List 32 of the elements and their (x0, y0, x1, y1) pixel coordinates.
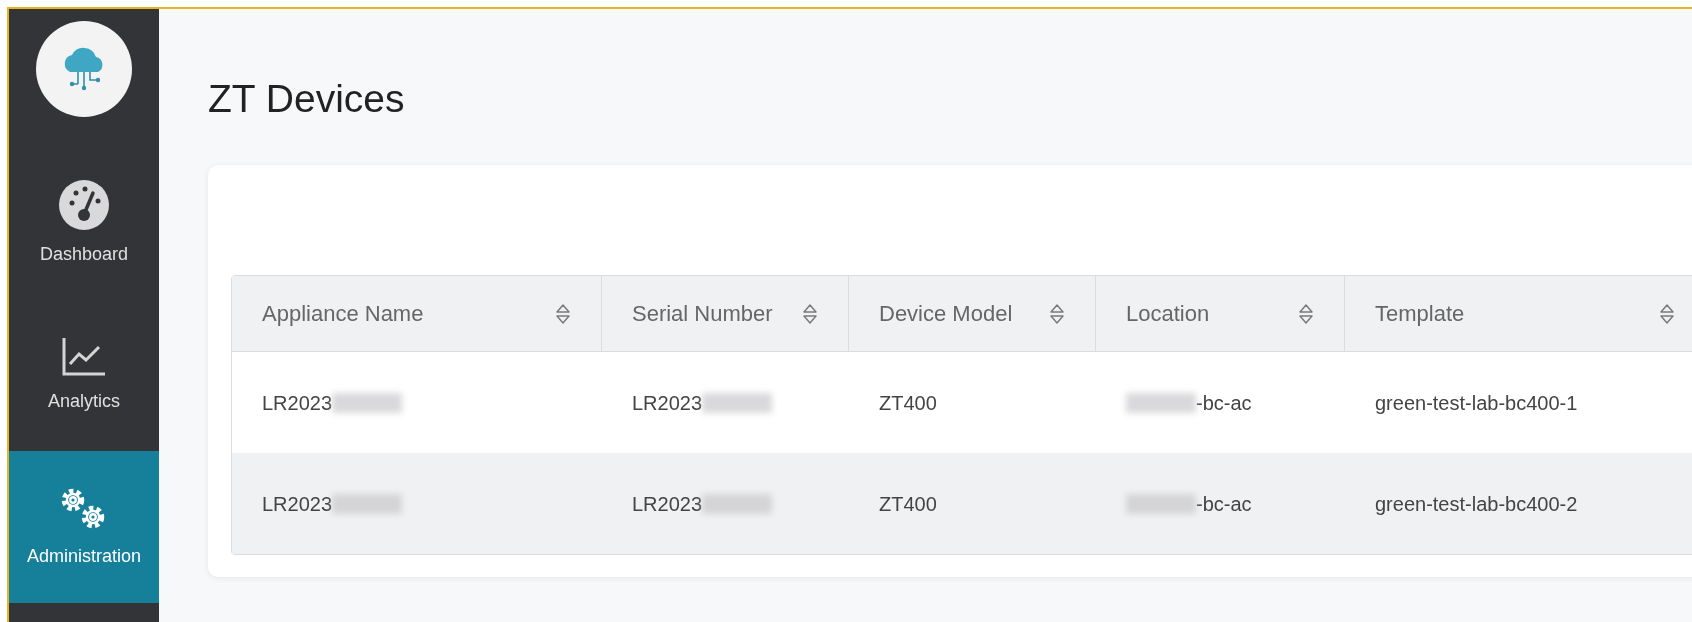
sort-icon[interactable] (802, 302, 818, 325)
table-cell-text: green-test-lab-bc400-1 (1375, 390, 1578, 416)
redacted-blur (702, 392, 773, 413)
redacted-blur (1126, 392, 1196, 413)
column-header[interactable]: Template (1345, 276, 1692, 351)
redacted-blur (1126, 493, 1196, 514)
table-cell-text: ZT400 (879, 491, 937, 517)
table-cell-text: -bc-ac (1196, 491, 1252, 517)
line-chart-icon (61, 335, 107, 378)
column-header[interactable]: Location (1096, 276, 1345, 351)
redacted-blur (702, 493, 773, 514)
sort-icon[interactable] (1049, 302, 1065, 325)
table-cell-text: LR2023 (262, 491, 333, 517)
redacted-blur (332, 392, 403, 413)
sidebar-item[interactable]: Dashboard (9, 147, 159, 299)
column-header[interactable]: Appliance Name (232, 276, 602, 351)
redacted-blur (332, 493, 403, 514)
table-cell-text: green-test-lab-bc400-2 (1375, 491, 1578, 517)
table-cell-text: -bc-ac (1196, 390, 1252, 416)
sort-icon[interactable] (1659, 302, 1675, 325)
column-header[interactable]: Serial Number (602, 276, 849, 351)
table-cell-text: LR2023 (632, 491, 703, 517)
column-header[interactable]: Device Model (849, 276, 1096, 351)
sidebar-item[interactable]: Analytics (9, 299, 159, 451)
table-cell-text: LR2023 (262, 390, 333, 416)
gauge-icon (58, 178, 110, 231)
sort-icon[interactable] (555, 302, 571, 325)
table-cell-text: LR2023 (632, 390, 703, 416)
sort-icon[interactable] (1298, 302, 1314, 325)
page-title: ZT Devices (208, 79, 406, 118)
sidebar-item[interactable]: Administration (9, 451, 159, 603)
table-cell-text: ZT400 (879, 390, 937, 416)
